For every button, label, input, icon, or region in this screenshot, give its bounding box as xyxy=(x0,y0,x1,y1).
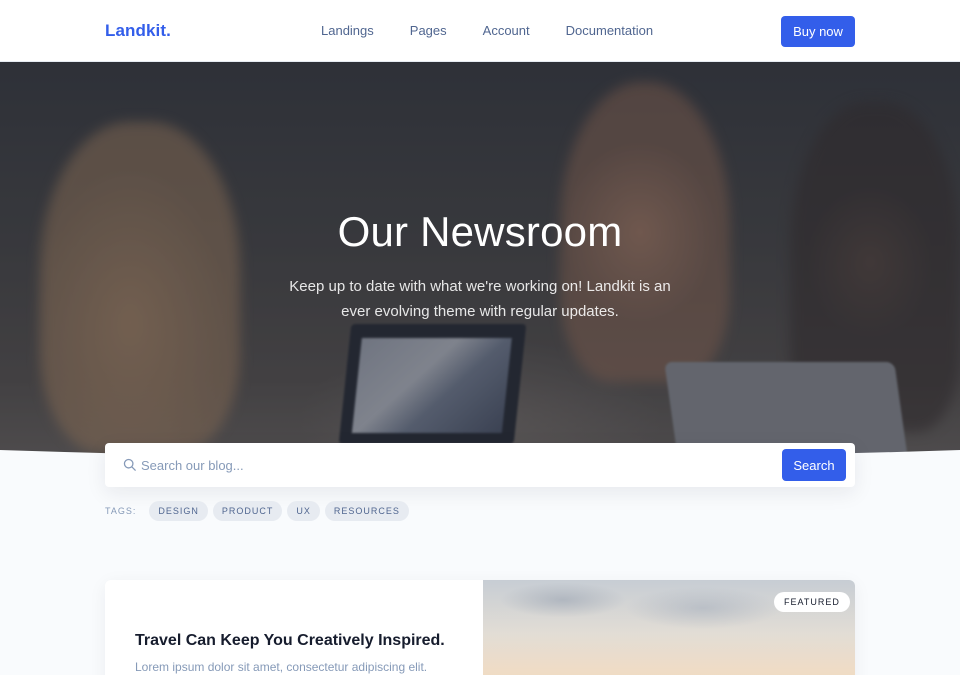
hero-subtitle: Keep up to date with what we're working … xyxy=(260,274,700,324)
search-button[interactable]: Search xyxy=(782,449,846,481)
hero-title: Our Newsroom xyxy=(337,208,623,255)
blog-search-input[interactable] xyxy=(141,452,761,478)
blog-search-form: Search xyxy=(105,443,855,487)
hero-subtitle-line-1: Keep up to date with what we're working … xyxy=(289,278,671,295)
brand-logo[interactable]: Landkit. xyxy=(105,21,171,41)
hero-content: Our Newsroom Keep up to date with what w… xyxy=(0,62,960,460)
hero-subtitle-line-2: ever evolving theme with regular updates… xyxy=(341,303,619,320)
nav-link-account[interactable]: Account xyxy=(483,23,530,38)
tag-design[interactable]: DESIGN xyxy=(149,500,208,521)
nav-link-documentation[interactable]: Documentation xyxy=(566,23,653,38)
featured-badge: FEATURED xyxy=(774,592,850,612)
featured-post-card[interactable]: Travel Can Keep You Creatively Inspired.… xyxy=(105,580,855,675)
featured-post-body: Travel Can Keep You Creatively Inspired.… xyxy=(105,580,483,675)
hero-section: Our Newsroom Keep up to date with what w… xyxy=(0,62,960,460)
tags-row: TAGS: DESIGN PRODUCT UX RESOURCES xyxy=(105,500,414,521)
nav-link-landings[interactable]: Landings xyxy=(321,23,374,38)
search-icon xyxy=(123,458,136,471)
main-nav: Landings Pages Account Documentation xyxy=(321,23,689,38)
featured-post-excerpt: Lorem ipsum dolor sit amet, consectetur … xyxy=(135,660,428,674)
tags-label: TAGS: xyxy=(105,505,137,516)
tag-product[interactable]: PRODUCT xyxy=(212,500,283,521)
buy-now-button[interactable]: Buy now xyxy=(781,16,855,47)
tag-resources[interactable]: RESOURCES xyxy=(324,500,409,521)
featured-post-title[interactable]: Travel Can Keep You Creatively Inspired. xyxy=(135,632,445,650)
navbar: Landkit. Landings Pages Account Document… xyxy=(0,0,960,62)
nav-link-pages[interactable]: Pages xyxy=(410,23,447,38)
tag-ux[interactable]: UX xyxy=(287,500,320,521)
